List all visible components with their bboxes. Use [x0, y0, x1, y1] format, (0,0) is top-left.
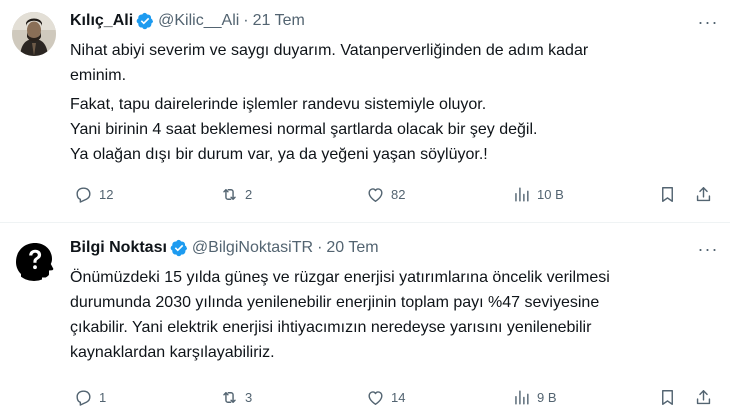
retweet-button[interactable]: 3 [220, 385, 252, 409]
retweet-count: 2 [245, 186, 253, 202]
share-icon [694, 388, 713, 407]
views-button[interactable]: 10 B [512, 182, 564, 206]
avatar[interactable] [12, 12, 56, 56]
display-name[interactable]: Bilgi Noktası [70, 239, 167, 257]
question-head-logo [12, 237, 56, 281]
tweet-header: Kılıç_Ali @Kilic__Ali · 21 Tem ··· [70, 10, 718, 32]
tweet-feed: Kılıç_Ali @Kilic__Ali · 21 Tem ··· Nihat… [0, 0, 730, 420]
reply-icon [74, 388, 93, 407]
display-name[interactable]: Kılıç_Ali [70, 12, 133, 30]
view-count: 9 B [537, 389, 557, 405]
bookmark-button[interactable] [658, 182, 677, 206]
tweet-actions: 12 2 82 10 B [70, 182, 718, 206]
retweet-icon [220, 185, 239, 204]
verified-badge-icon [170, 239, 188, 257]
reply-count: 1 [99, 389, 107, 405]
tweet[interactable]: Bilgi Noktası @BilgiNoktasiTR · 20 Tem ·… [0, 223, 730, 420]
like-icon [366, 388, 385, 407]
share-button[interactable] [694, 385, 713, 409]
views-icon [512, 185, 531, 204]
tweet-text-line: durumunda 2030 yılında yenilenebilir ene… [70, 294, 600, 311]
separator-dot: · [317, 239, 323, 256]
like-count: 82 [391, 186, 406, 202]
reply-icon [74, 185, 93, 204]
reply-button[interactable]: 12 [74, 182, 113, 206]
bookmark-icon [658, 388, 677, 407]
like-icon [366, 185, 385, 204]
tweet-actions: 1 3 14 9 B [70, 385, 718, 409]
avatar[interactable] [12, 237, 56, 281]
like-count: 14 [391, 389, 406, 405]
tweet[interactable]: Kılıç_Ali @Kilic__Ali · 21 Tem ··· Nihat… [0, 0, 730, 222]
tweet-text-line: Önümüzdeki 15 yılda güneş ve rüzgar ener… [70, 269, 610, 286]
retweet-count: 3 [245, 389, 253, 405]
like-button[interactable]: 14 [366, 385, 405, 409]
reply-button[interactable]: 1 [74, 385, 106, 409]
tweet-text-line: Yani birinin 4 saat beklemesi normal şar… [70, 121, 538, 138]
tweet-text: Nihat abiyi severim ve saygı duyarım. Va… [70, 38, 718, 167]
tweet-text: Önümüzdeki 15 yılda güneş ve rüzgar ener… [70, 265, 718, 365]
retweet-icon [220, 388, 239, 407]
tweet-header: Bilgi Noktası @BilgiNoktasiTR · 20 Tem ·… [70, 237, 718, 259]
bookmark-button[interactable] [658, 385, 677, 409]
tweet-text-line: kaynaklardan karşılayabiliriz. [70, 344, 275, 361]
retweet-button[interactable]: 2 [220, 182, 252, 206]
tweet-text-line: Nihat abiyi severim ve saygı duyarım. Va… [70, 42, 589, 59]
share-button[interactable] [694, 182, 713, 206]
timestamp[interactable]: 20 Tem [326, 239, 378, 257]
separator-dot: · [243, 12, 249, 29]
portrait-photo [12, 12, 56, 56]
more-icon[interactable]: ··· [698, 239, 718, 259]
view-count: 10 B [537, 186, 564, 202]
user-handle[interactable]: @Kilic__Ali [158, 12, 239, 30]
user-handle[interactable]: @BilgiNoktasiTR [192, 239, 313, 257]
tweet-text-line: çıkabilir. Yani elektrik enerjisi ihtiya… [70, 319, 592, 336]
more-icon[interactable]: ··· [698, 12, 718, 32]
share-icon [694, 185, 713, 204]
tweet-text-line: eminim. [70, 67, 127, 84]
like-button[interactable]: 82 [366, 182, 405, 206]
views-button[interactable]: 9 B [512, 385, 557, 409]
bookmark-icon [658, 185, 677, 204]
verified-badge-icon [136, 12, 154, 30]
views-icon [512, 388, 531, 407]
timestamp[interactable]: 21 Tem [253, 12, 305, 30]
tweet-text-line: Ya olağan dışı bir durum var, ya da yeğe… [70, 146, 488, 163]
reply-count: 12 [99, 186, 114, 202]
tweet-text-line: Fakat, tapu dairelerinde işlemler randev… [70, 96, 487, 113]
